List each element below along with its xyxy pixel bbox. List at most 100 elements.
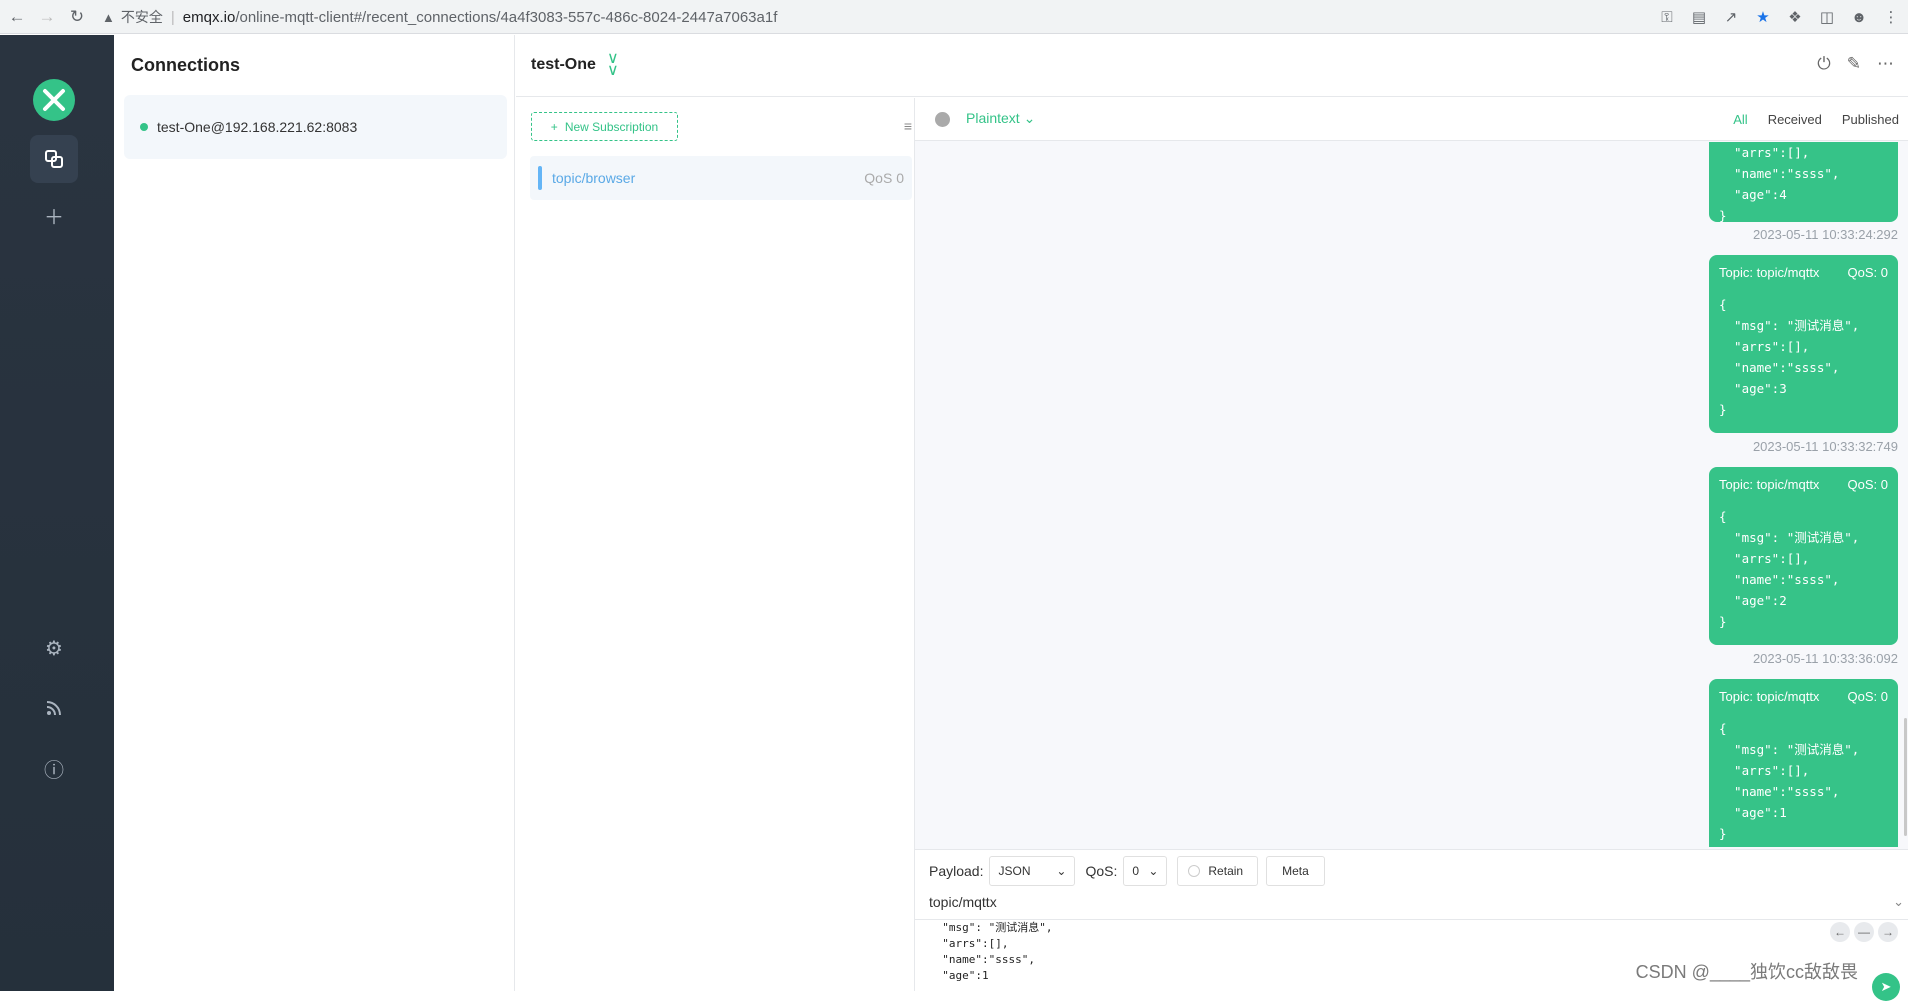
subscriptions-panel: + New Subscription ≡ topic/browser QoS 0 — [516, 98, 915, 991]
subscription-item[interactable]: topic/browser QoS 0 — [530, 156, 912, 200]
new-subscription-label: New Subscription — [564, 119, 659, 134]
message-body: { "msg": "测试消息", "arrs":[], "name":"ssss… — [1719, 721, 1860, 841]
warning-icon: ▲ — [102, 9, 115, 25]
browser-actions: ⚿ ▤ ↗ ★ ❖ ◫ ☻ ⋮ — [1656, 5, 1902, 29]
payload-type-select[interactable]: JSON ⌄ — [989, 856, 1076, 886]
subscription-topic: topic/browser — [552, 170, 636, 186]
new-subscription-button[interactable]: + New Subscription — [531, 112, 678, 141]
edit-pencil-icon[interactable]: ✎ — [1847, 54, 1861, 74]
message-bubble[interactable]: Topic: topic/mqttx QoS: 0 { "msg": "测试消息… — [1709, 679, 1898, 847]
bookmark-star-icon[interactable]: ★ — [1752, 5, 1774, 29]
message-body: { "msg": "测试消息", "arrs":[], "name":"ssss… — [1719, 509, 1860, 629]
url-path: /online-mqtt-client#/recent_connections/… — [235, 8, 778, 26]
key-icon[interactable]: ⚿ — [1656, 5, 1678, 29]
subscription-color-bar — [538, 166, 542, 190]
topic-input[interactable]: topic/mqttx — [929, 894, 1894, 910]
qos-label: QoS: — [1085, 863, 1118, 879]
share-icon[interactable]: ↗ — [1720, 5, 1742, 29]
translate-icon[interactable]: ▤ — [1688, 5, 1710, 29]
about-info-icon[interactable]: ⓘ — [30, 744, 78, 792]
collapse-list-icon[interactable]: ≡ — [904, 118, 912, 134]
messages-panel: Plaintext ⌄ All Received Published "arrs… — [915, 98, 1908, 849]
chevron-double-down-icon[interactable]: ∨ ∨ — [607, 51, 619, 79]
payload-format-select[interactable]: Plaintext ⌄ — [966, 110, 1035, 127]
message-topic: Topic: topic/mqttx — [1719, 477, 1820, 492]
divider — [915, 919, 1908, 920]
message-composer: Payload: JSON ⌄ QoS: 0 ⌄ Retain Meta top… — [915, 849, 1908, 1001]
filter-all[interactable]: All — [1733, 112, 1747, 127]
qos-select[interactable]: 0 ⌄ — [1123, 856, 1168, 886]
plus-icon: + — [550, 119, 558, 134]
message-time: 2023-05-11 10:33:24:292 — [1752, 227, 1898, 242]
meta-button[interactable]: Meta — [1266, 856, 1325, 886]
log-rss-icon[interactable] — [30, 684, 78, 732]
connections-nav-icon[interactable] — [30, 135, 78, 183]
message-qos: QoS: 0 — [1847, 689, 1888, 704]
insecure-label: 不安全 — [120, 9, 163, 25]
message-bubble[interactable]: "arrs":[], "name":"ssss", "age":4 } — [1709, 142, 1898, 223]
more-options-icon[interactable]: ⋯ — [1877, 54, 1894, 74]
retain-label: Retain — [1208, 864, 1244, 878]
url-host: emqx.io — [182, 8, 236, 26]
arrow-right-icon[interactable]: → — [1878, 922, 1898, 942]
settings-gear-icon[interactable]: ⚙ — [30, 624, 78, 672]
message-topic: Topic: topic/mqttx — [1719, 265, 1820, 280]
message-qos: QoS: 0 — [1847, 477, 1888, 492]
message-topic: Topic: topic/mqttx — [1719, 689, 1820, 704]
add-connection-icon[interactable]: ＋ — [30, 191, 78, 239]
disconnect-power-icon[interactable]: ⏻ — [1817, 54, 1830, 74]
chevron-down-icon: ⌄ — [1148, 864, 1159, 878]
qos-value: 0 — [1132, 864, 1140, 878]
connected-status-dot — [140, 123, 148, 131]
chevron-down-icon[interactable]: ⌄ — [1893, 894, 1904, 910]
reload-icon[interactable]: ↻ — [64, 4, 90, 30]
header-actions: ⏻ ✎ ⋯ — [1817, 54, 1894, 74]
mqttx-logo — [33, 79, 75, 121]
messages-scrollbar[interactable] — [1904, 718, 1907, 836]
payload-label: Payload: — [929, 863, 984, 879]
message-type-dot — [935, 112, 950, 127]
payload-editor[interactable]: "msg": "测试消息", "arrs":[], "name":"ssss",… — [929, 920, 1052, 984]
chevron-down-icon: ⌄ — [1056, 864, 1067, 878]
left-navigation: ＋ ⚙ ⓘ — [0, 35, 114, 991]
connection-name: test-One — [531, 56, 596, 73]
message-bubble[interactable]: Topic: topic/mqttx QoS: 0 { "msg": "测试消息… — [1709, 467, 1898, 645]
composer-options: Payload: JSON ⌄ QoS: 0 ⌄ Retain Meta — [929, 856, 1325, 886]
arrow-left-icon[interactable]: ← — [1830, 922, 1850, 942]
payload-format-label: Plaintext — [966, 110, 1020, 126]
message-time: 2023-05-11 10:33:36:092 — [1752, 651, 1898, 666]
message-filters: All Received Published — [1733, 112, 1899, 127]
connections-title: Connections — [131, 55, 241, 75]
connection-header: test-One ∨ ∨ ⏻ ✎ ⋯ — [516, 35, 1908, 97]
back-icon[interactable]: ← — [4, 4, 30, 30]
history-nav: ← — → — [1830, 922, 1898, 942]
send-icon: ➤ — [1880, 979, 1892, 994]
chevron-down-icon: ⌄ — [1023, 110, 1036, 126]
filter-published[interactable]: Published — [1842, 112, 1899, 127]
payload-type-value: JSON — [998, 864, 1031, 878]
message-bubble[interactable]: Topic: topic/mqttx QoS: 0 { "msg": "测试消息… — [1709, 255, 1898, 433]
address-separator: | — [170, 8, 175, 26]
side-panel-icon[interactable]: ◫ — [1816, 5, 1838, 29]
messages-toolbar: Plaintext ⌄ All Received Published — [915, 98, 1908, 141]
send-button[interactable]: ➤ — [1872, 973, 1900, 1001]
address-bar[interactable]: ▲ 不安全 | emqx.io /online-mqtt-client#/rec… — [102, 5, 1642, 29]
meta-label: Meta — [1282, 864, 1309, 878]
connection-label: test-One@192.168.221.62:8083 — [157, 119, 358, 135]
browser-toolbar: ← → ↻ ▲ 不安全 | emqx.io /online-mqtt-clien… — [0, 0, 1908, 34]
message-body: "arrs":[], "name":"ssss", "age":4 } — [1719, 145, 1840, 223]
connection-item[interactable]: test-One@192.168.221.62:8083 — [124, 95, 507, 159]
reset-icon[interactable]: — — [1854, 922, 1874, 942]
message-header: Topic: topic/mqttx QoS: 0 — [1719, 477, 1888, 492]
extensions-icon[interactable]: ❖ — [1784, 5, 1806, 29]
profile-icon[interactable]: ☻ — [1848, 5, 1870, 29]
connections-panel: Connections test-One@192.168.221.62:8083 — [114, 35, 515, 991]
forward-icon[interactable]: → — [34, 4, 60, 30]
message-header: Topic: topic/mqttx QoS: 0 — [1719, 265, 1888, 280]
retain-toggle[interactable]: Retain — [1177, 856, 1259, 886]
message-time: 2023-05-11 10:33:32:749 — [1752, 439, 1898, 454]
browser-menu-icon[interactable]: ⋮ — [1880, 5, 1902, 29]
message-body: { "msg": "测试消息", "arrs":[], "name":"ssss… — [1719, 297, 1860, 417]
message-qos: QoS: 0 — [1847, 265, 1888, 280]
filter-received[interactable]: Received — [1768, 112, 1822, 127]
